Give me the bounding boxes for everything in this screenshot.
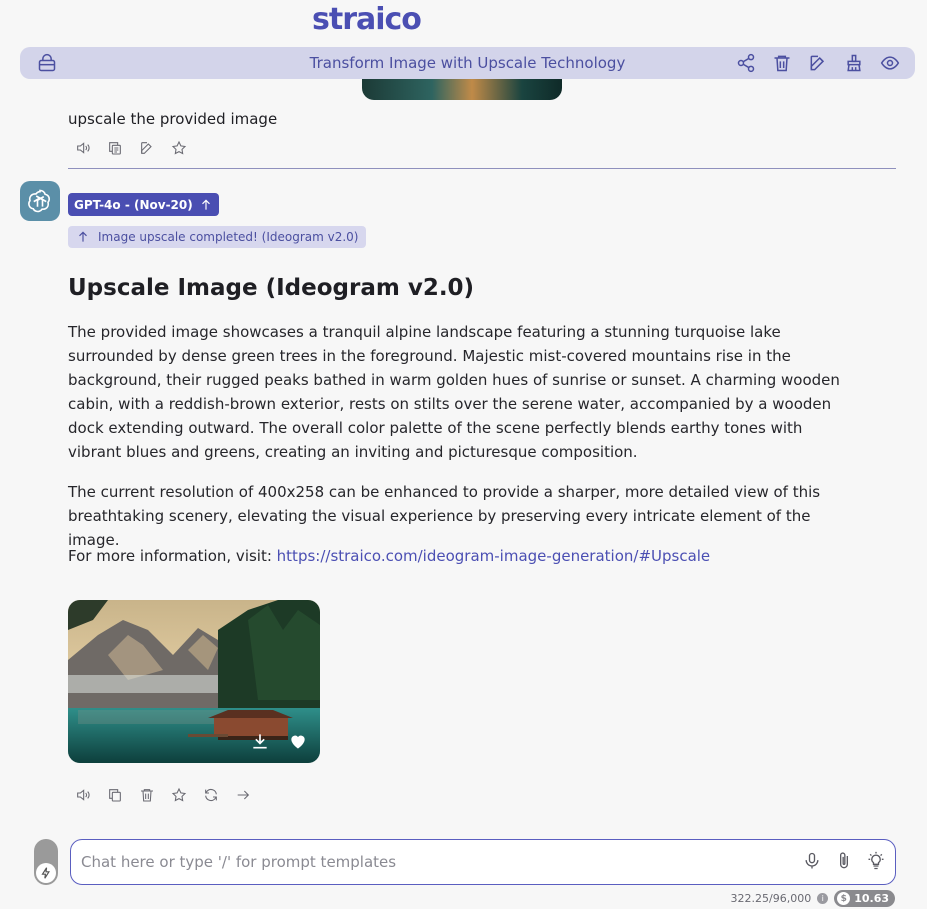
user-message-tools xyxy=(74,139,188,157)
refresh-icon[interactable] xyxy=(202,786,220,804)
upscale-info-link[interactable]: https://straico.com/ideogram-image-gener… xyxy=(277,547,711,565)
trash-icon[interactable] xyxy=(138,786,156,804)
coin-icon: $ xyxy=(837,892,851,905)
paperclip-icon[interactable] xyxy=(833,850,855,872)
star-icon[interactable] xyxy=(170,139,188,157)
image-actions xyxy=(250,731,308,751)
balance-badge[interactable]: $ 10.63 xyxy=(834,890,895,907)
edit-icon[interactable] xyxy=(807,52,829,74)
share-icon[interactable] xyxy=(735,52,757,74)
response-info-line: For more information, visit: https://str… xyxy=(68,544,858,568)
lightning-icon xyxy=(36,863,56,883)
microphone-icon[interactable] xyxy=(801,850,823,872)
chat-composer xyxy=(70,839,896,885)
star-icon[interactable] xyxy=(170,786,188,804)
token-count: 322.25/96,000 xyxy=(730,892,812,905)
model-badge-label: GPT-4o - (Nov-20) xyxy=(74,197,193,212)
lightbulb-icon[interactable] xyxy=(865,850,887,872)
upscale-status-chip: Image upscale completed! (Ideogram v2.0) xyxy=(68,226,367,248)
broom-icon[interactable] xyxy=(843,52,865,74)
header-actions xyxy=(735,52,901,74)
response-heading: Upscale Image (Ideogram v2.0) xyxy=(68,275,475,301)
arrow-up-icon xyxy=(79,231,87,242)
download-icon[interactable] xyxy=(250,731,270,751)
copy-icon[interactable] xyxy=(106,139,124,157)
trash-icon[interactable] xyxy=(771,52,793,74)
usage-footer: 322.25/96,000 i $ 10.63 xyxy=(731,890,895,907)
previous-message-image[interactable] xyxy=(362,79,562,100)
balance-value: 10.63 xyxy=(854,892,889,905)
response-paragraph-1: The provided image showcases a tranquil … xyxy=(68,323,840,461)
conversation-header: Transform Image with Upscale Technology xyxy=(20,47,915,79)
openai-logo-icon xyxy=(28,189,51,213)
message-divider xyxy=(68,168,896,169)
brand-logo: straico xyxy=(312,2,422,37)
mode-toggle[interactable] xyxy=(34,839,58,885)
assistant-avatar xyxy=(20,181,60,221)
user-message-text: upscale the provided image xyxy=(68,110,278,128)
upscaled-image[interactable] xyxy=(68,600,320,763)
status-chip-label: Image upscale completed! (Ideogram v2.0) xyxy=(98,230,359,244)
info-prefix: For more information, visit: xyxy=(68,547,277,565)
model-badge[interactable]: GPT-4o - (Nov-20) xyxy=(68,193,219,216)
assistant-message-tools xyxy=(74,786,252,804)
info-icon[interactable]: i xyxy=(817,893,829,904)
composer-actions xyxy=(801,850,887,872)
speaker-icon[interactable] xyxy=(74,786,92,804)
arrow-up-icon xyxy=(201,199,210,210)
arrow-right-icon[interactable] xyxy=(234,786,252,804)
copy-icon[interactable] xyxy=(106,786,124,804)
eye-icon[interactable] xyxy=(879,52,901,74)
edit-icon[interactable] xyxy=(138,139,156,157)
chat-input[interactable] xyxy=(81,851,781,873)
heart-icon[interactable] xyxy=(288,731,308,751)
response-paragraph-2: The current resolution of 400x258 can be… xyxy=(68,483,821,549)
speaker-icon[interactable] xyxy=(74,139,92,157)
